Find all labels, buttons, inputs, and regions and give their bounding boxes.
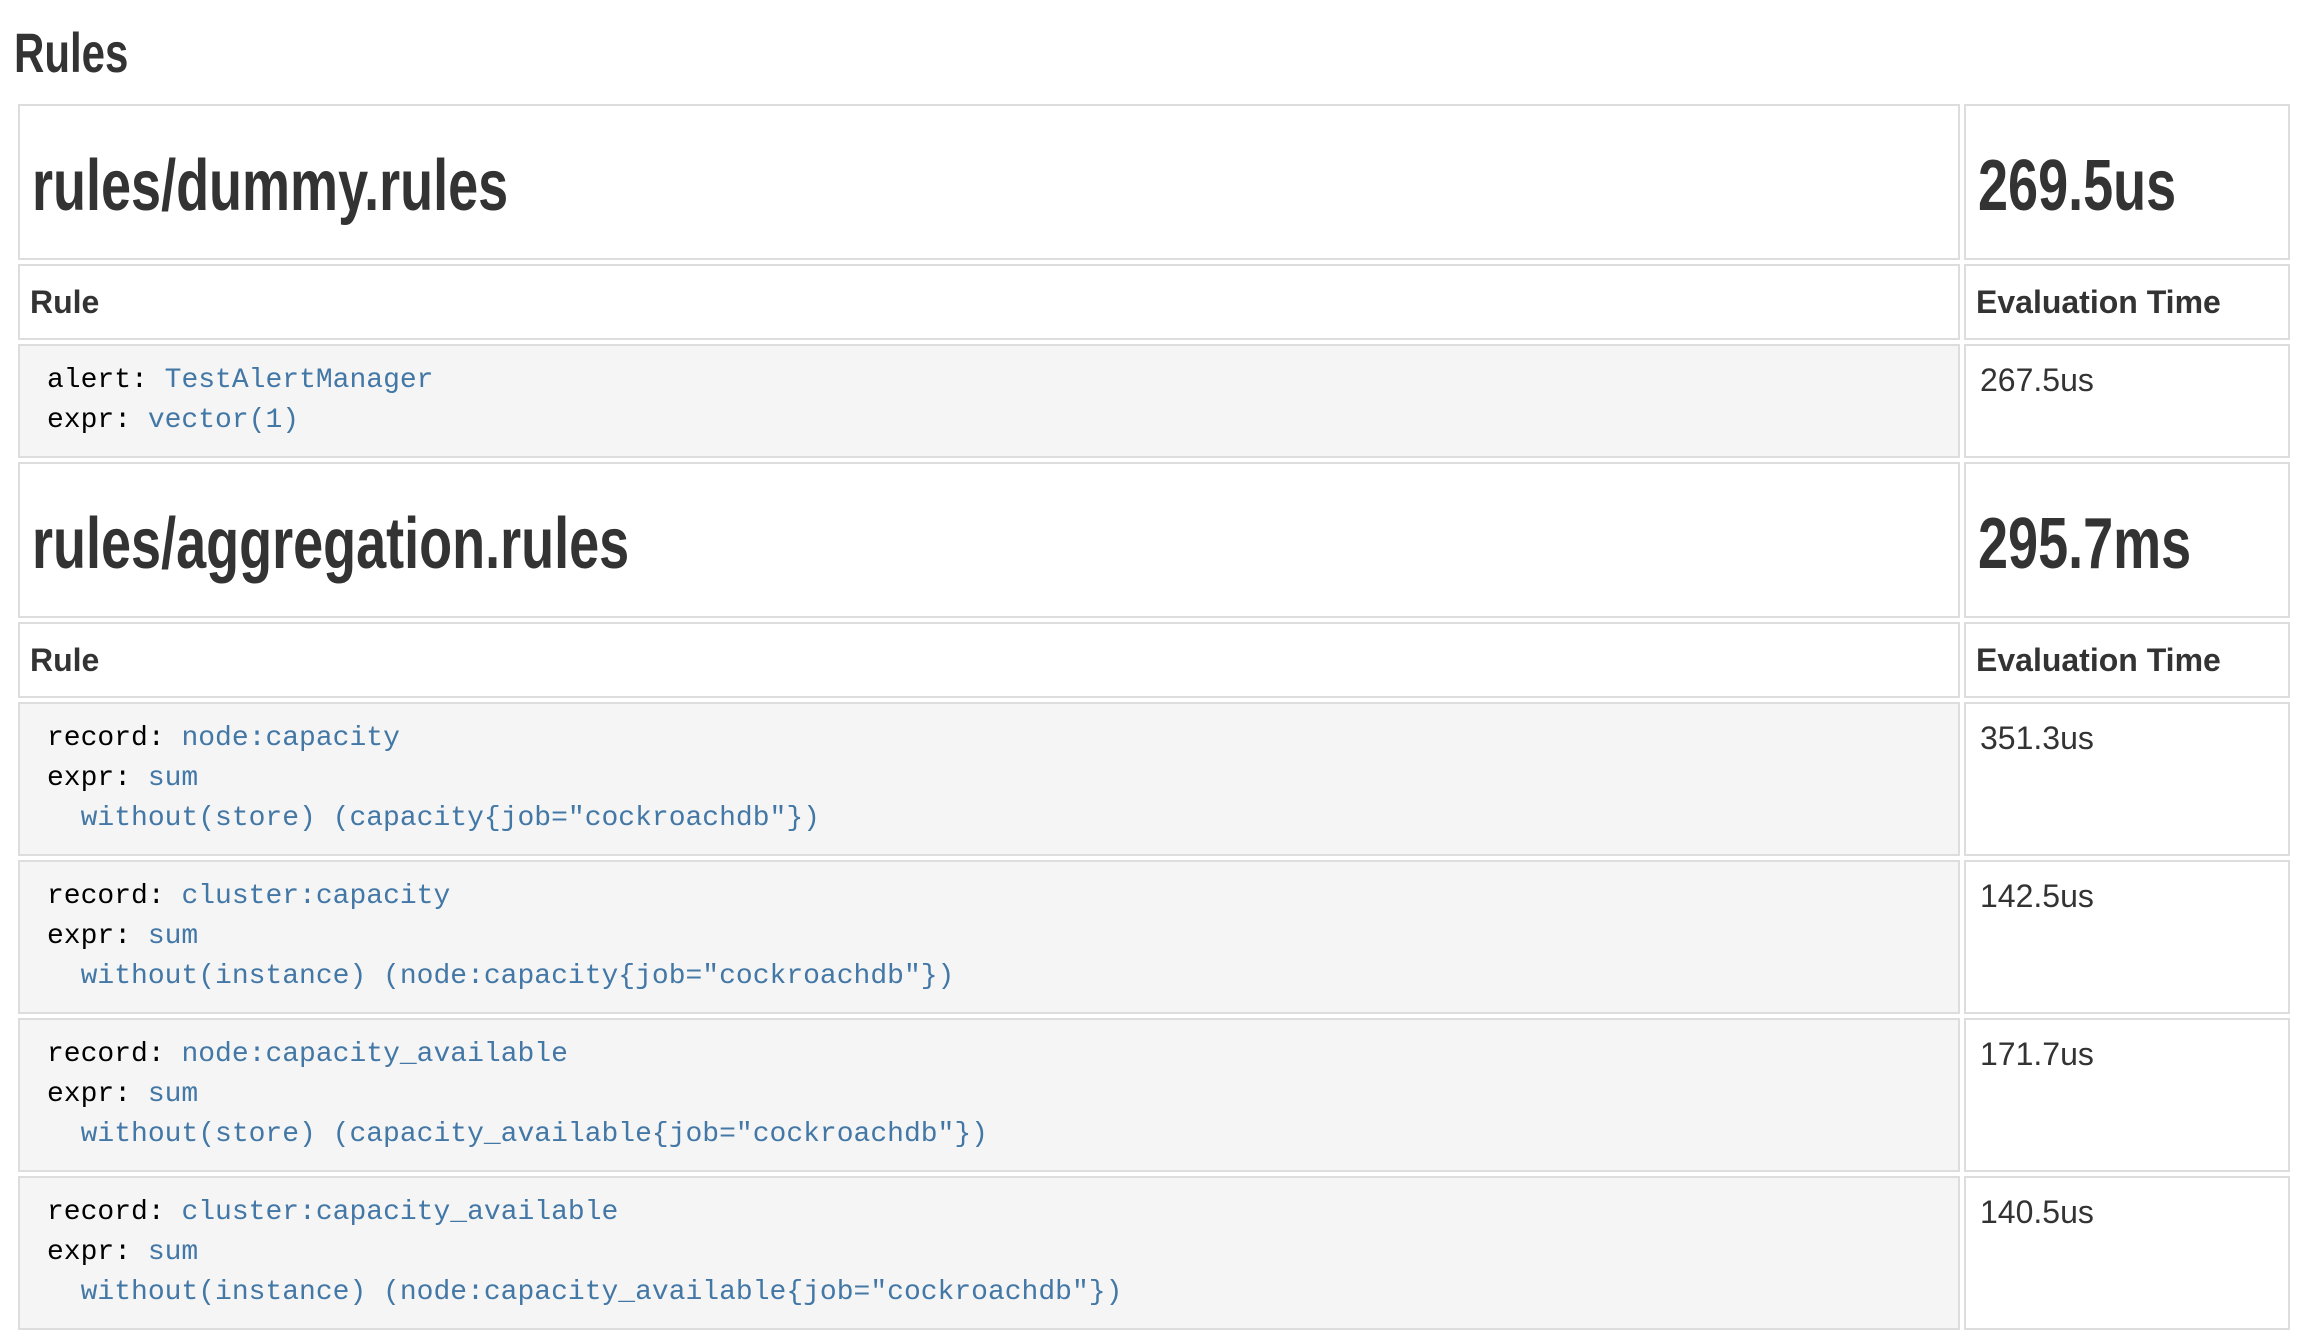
eval-time-column-header: Evaluation Time <box>1964 264 2290 340</box>
rule-eval-time-cell: 351.3us <box>1964 702 2290 856</box>
rule-name-link[interactable]: cluster:capacity <box>181 881 450 912</box>
rule-code: alert: TestAlertManager expr: vector(1) <box>20 346 1958 456</box>
rule-field-label: record: <box>47 1039 165 1070</box>
rule-code-cell: record: cluster:capacity_available expr:… <box>18 1176 1960 1330</box>
rule-code-cell: record: node:capacity expr: sum without(… <box>18 702 1960 856</box>
rule-row: record: node:capacity expr: sum without(… <box>18 702 2290 856</box>
rule-name-link[interactable]: node:capacity_available <box>181 1039 567 1070</box>
expr-link[interactable]: sum without(store) (capacity_available{j… <box>47 1079 988 1150</box>
rule-code-cell: alert: TestAlertManager expr: vector(1) <box>18 344 1960 458</box>
rule-row: record: cluster:capacity_available expr:… <box>18 1176 2290 1330</box>
rule-code: record: cluster:capacity expr: sum witho… <box>20 862 1958 1012</box>
rule-field-label: expr: <box>47 921 131 952</box>
rule-group-name: rules/aggregation.rules <box>32 504 629 584</box>
rule-field-label: expr: <box>47 1079 131 1110</box>
rule-group-eval-time: 295.7ms <box>1978 504 2191 584</box>
rule-name-link[interactable]: node:capacity <box>181 723 399 754</box>
rules-table: rules/dummy.rules269.5usRuleEvaluation T… <box>14 100 2294 1334</box>
rule-column-header: Rule <box>18 264 1960 340</box>
column-header-row: RuleEvaluation Time <box>18 264 2290 340</box>
rule-field-label: record: <box>47 881 165 912</box>
rule-eval-time-cell: 267.5us <box>1964 344 2290 458</box>
rule-group-eval-time: 269.5us <box>1978 146 2176 226</box>
rule-field-label: record: <box>47 723 165 754</box>
rule-row: record: node:capacity_available expr: su… <box>18 1018 2290 1172</box>
rule-group-eval-time-cell: 295.7ms <box>1964 462 2290 618</box>
rule-row: alert: TestAlertManager expr: vector(1)2… <box>18 344 2290 458</box>
rule-group-header-row: rules/aggregation.rules 295.7ms <box>18 462 2290 618</box>
eval-time-column-header: Evaluation Time <box>1964 622 2290 698</box>
rule-group-eval-time-cell: 269.5us <box>1964 104 2290 260</box>
rule-field-label: expr: <box>47 763 131 794</box>
rule-code: record: node:capacity expr: sum without(… <box>20 704 1958 854</box>
expr-link[interactable]: sum without(instance) (node:capacity_ava… <box>47 1237 1122 1308</box>
expr-link[interactable]: vector(1) <box>148 405 299 436</box>
expr-link[interactable]: sum without(store) (capacity{job="cockro… <box>47 763 820 834</box>
rule-field-label: record: <box>47 1197 165 1228</box>
rule-eval-time-cell: 171.7us <box>1964 1018 2290 1172</box>
rule-field-label: expr: <box>47 1237 131 1268</box>
rule-group-name-cell: rules/aggregation.rules <box>18 462 1960 618</box>
expr-link[interactable]: sum without(instance) (node:capacity{job… <box>47 921 954 992</box>
page-title-text: Rules <box>14 20 128 86</box>
rule-group-name-cell: rules/dummy.rules <box>18 104 1960 260</box>
rule-name-link[interactable]: cluster:capacity_available <box>181 1197 618 1228</box>
rule-field-label: expr: <box>47 405 131 436</box>
rule-field-label: alert: <box>47 365 148 396</box>
rule-code-cell: record: node:capacity_available expr: su… <box>18 1018 1960 1172</box>
rule-row: record: cluster:capacity expr: sum witho… <box>18 860 2290 1014</box>
rule-eval-time-cell: 142.5us <box>1964 860 2290 1014</box>
column-header-row: RuleEvaluation Time <box>18 622 2290 698</box>
page-title: Rules <box>14 20 2294 86</box>
rule-code-cell: record: cluster:capacity expr: sum witho… <box>18 860 1960 1014</box>
rule-group-header-row: rules/dummy.rules 269.5us <box>18 104 2290 260</box>
rule-code: record: cluster:capacity_available expr:… <box>20 1178 1958 1328</box>
rule-group-name: rules/dummy.rules <box>32 146 508 226</box>
rule-column-header: Rule <box>18 622 1960 698</box>
rule-code: record: node:capacity_available expr: su… <box>20 1020 1958 1170</box>
rule-eval-time-cell: 140.5us <box>1964 1176 2290 1330</box>
rule-name-link[interactable]: TestAlertManager <box>165 365 434 396</box>
